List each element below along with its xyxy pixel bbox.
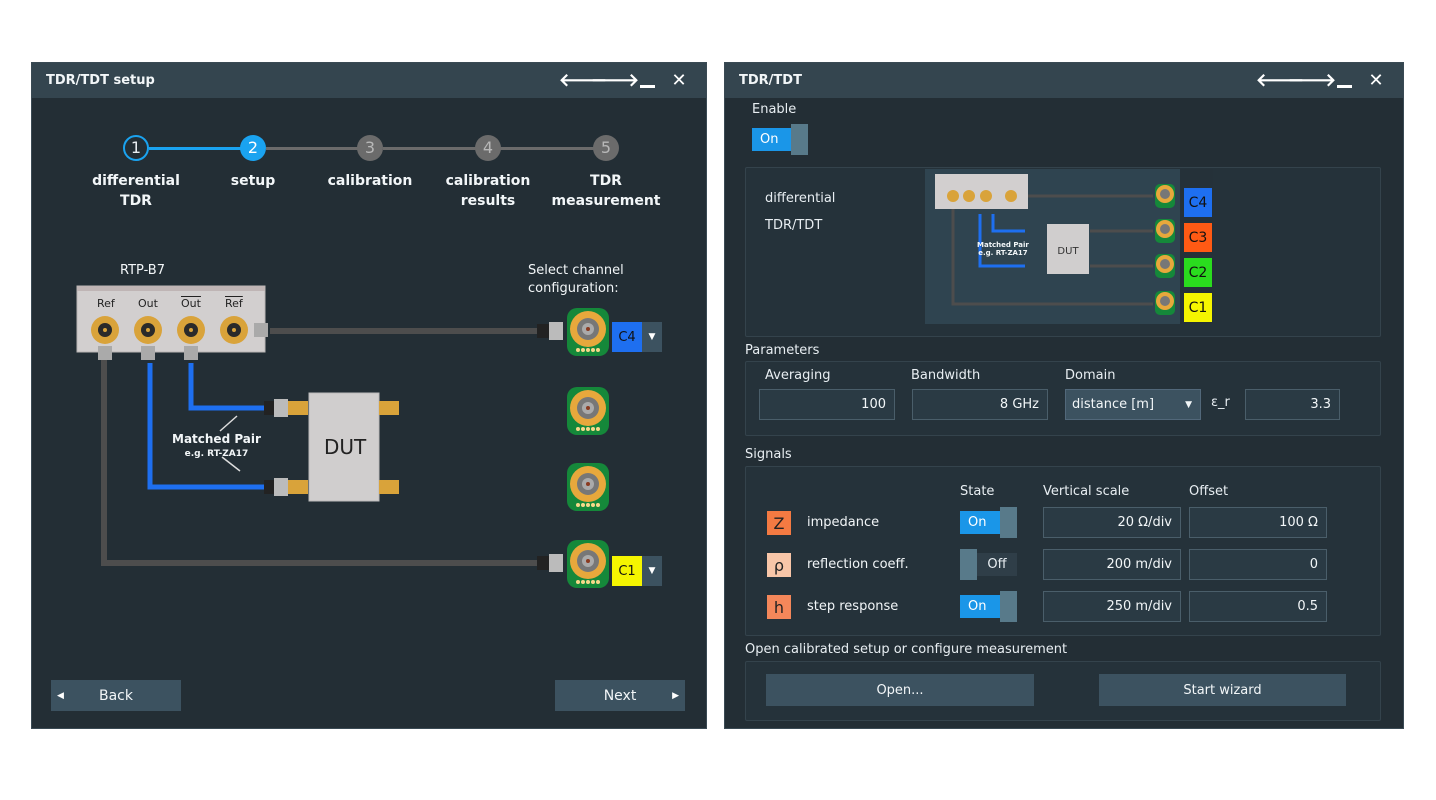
reflection-offset-input[interactable]: 0 xyxy=(1189,549,1327,580)
mode-label: differential TDR/TDT xyxy=(765,191,836,233)
column-header-offset: Offset xyxy=(1189,484,1229,499)
port-label-ref: Ref xyxy=(97,297,115,310)
parameters-title: Parameters xyxy=(745,343,820,358)
column-header-vertical-scale: Vertical scale xyxy=(1043,484,1130,499)
toggle-knob xyxy=(1000,591,1017,622)
bandwidth-label: Bandwidth xyxy=(911,368,981,383)
probe-adapter-c1 xyxy=(567,540,609,588)
matched-pair-cable-outbar xyxy=(188,363,272,411)
signal-name: reflection coeff. xyxy=(807,557,909,572)
mini-matched-pair-label: Matched Pair e.g. RT-ZA17 xyxy=(977,241,1029,257)
impedance-vertical-scale-input[interactable]: 20 Ω/div xyxy=(1043,507,1181,538)
channel-select-c1[interactable]: C1 ▼ xyxy=(612,556,662,586)
start-wizard-button[interactable]: Start wizard xyxy=(1099,674,1346,706)
signal-name: impedance xyxy=(807,515,880,530)
select-channel-label: Select channel configuration: xyxy=(528,263,624,296)
channel-badge: C4 xyxy=(612,322,642,352)
toggle-knob xyxy=(960,549,977,580)
mini-connection-diagram: DUT xyxy=(925,169,1180,324)
close-icon[interactable]: ✕ xyxy=(1367,70,1385,91)
matched-pair-label: Matched Pair e.g. RT-ZA17 xyxy=(172,432,261,460)
triangle-right-icon: ▶ xyxy=(672,690,679,701)
toggle-knob xyxy=(1000,507,1017,538)
channel-select-c4[interactable]: C4 ▼ xyxy=(612,322,662,352)
minimize-icon[interactable] xyxy=(1335,72,1353,90)
epsilon-r-label: ε_r xyxy=(1211,395,1230,410)
back-button[interactable]: ◀ Back xyxy=(51,680,181,711)
forward-arrow-icon[interactable]: 🡒 xyxy=(1288,70,1336,91)
chevron-down-icon[interactable]: ▼ xyxy=(642,322,662,352)
averaging-input[interactable]: 100 xyxy=(759,389,895,420)
column-header-state: State xyxy=(960,484,995,499)
signal-name: step response xyxy=(807,599,899,614)
probe-adapter-c3 xyxy=(567,387,609,435)
back-arrow-icon[interactable]: 🡐 xyxy=(1256,70,1304,91)
reflection-coefficient-icon: ρ xyxy=(767,553,791,577)
matched-pair-cable-out xyxy=(147,363,272,490)
step-response-offset-input[interactable]: 0.5 xyxy=(1189,591,1327,622)
probe-adapter-c4 xyxy=(567,308,609,356)
toggle-on-label: On xyxy=(960,595,1000,618)
next-button[interactable]: Next ▶ xyxy=(555,680,685,711)
tdr-tdt-window: TDR/TDT 🡐 🡒 ✕ Enable On differential TDR/… xyxy=(724,62,1404,729)
toggle-knob xyxy=(791,124,808,155)
step-response-state-toggle[interactable]: On xyxy=(960,591,1017,622)
port-label-out-bar: Out xyxy=(181,297,201,310)
bandwidth-input[interactable]: 8 GHz xyxy=(912,389,1048,420)
averaging-label: Averaging xyxy=(765,368,831,383)
channel-badge-c3[interactable]: C3 xyxy=(1184,223,1212,252)
window-title: TDR/TDT xyxy=(739,73,802,88)
module-name: RTP-B7 xyxy=(120,263,165,278)
step-response-vertical-scale-input[interactable]: 250 m/div xyxy=(1043,591,1181,622)
tdr-setup-wizard-window: TDR/TDT setup 🡐 🡒 ✕ 1 differential TDR 2 … xyxy=(31,62,707,729)
port-label-out: Out xyxy=(138,297,158,310)
channel-badge-c4[interactable]: C4 xyxy=(1184,188,1212,217)
reflection-state-toggle[interactable]: Off xyxy=(960,549,1017,580)
triangle-left-icon: ◀ xyxy=(57,690,64,701)
signals-title: Signals xyxy=(745,447,792,462)
toggle-off-label: Off xyxy=(977,553,1017,576)
dut-label: DUT xyxy=(324,435,367,459)
epsilon-r-input[interactable]: 3.3 xyxy=(1245,389,1340,420)
chevron-down-icon[interactable]: ▼ xyxy=(642,556,662,586)
enable-label: Enable xyxy=(752,102,797,117)
enable-toggle[interactable]: On xyxy=(752,124,808,155)
impedance-state-toggle[interactable]: On xyxy=(960,507,1017,538)
open-button[interactable]: Open... xyxy=(766,674,1034,706)
reflection-vertical-scale-input[interactable]: 200 m/div xyxy=(1043,549,1181,580)
domain-label: Domain xyxy=(1065,368,1116,383)
impedance-offset-input[interactable]: 100 Ω xyxy=(1189,507,1327,538)
title-bar: TDR/TDT 🡐 🡒 ✕ xyxy=(725,63,1403,98)
step-response-icon: h xyxy=(767,595,791,619)
port-label-ref-bar: Ref xyxy=(225,297,243,310)
channel-badge-c2[interactable]: C2 xyxy=(1184,258,1212,287)
open-section-title: Open calibrated setup or configure measu… xyxy=(745,642,1068,657)
chevron-down-icon: ▼ xyxy=(1185,399,1192,410)
channel-badge-c1[interactable]: C1 xyxy=(1184,293,1212,322)
probe-adapter-c2 xyxy=(567,463,609,511)
toggle-on-label: On xyxy=(960,511,1000,534)
domain-select[interactable]: distance [m] ▼ xyxy=(1065,389,1201,420)
channel-badge: C1 xyxy=(612,556,642,586)
mini-dut-label: DUT xyxy=(1057,246,1079,257)
impedance-icon: Z xyxy=(767,511,791,535)
toggle-on-label: On xyxy=(752,128,792,151)
